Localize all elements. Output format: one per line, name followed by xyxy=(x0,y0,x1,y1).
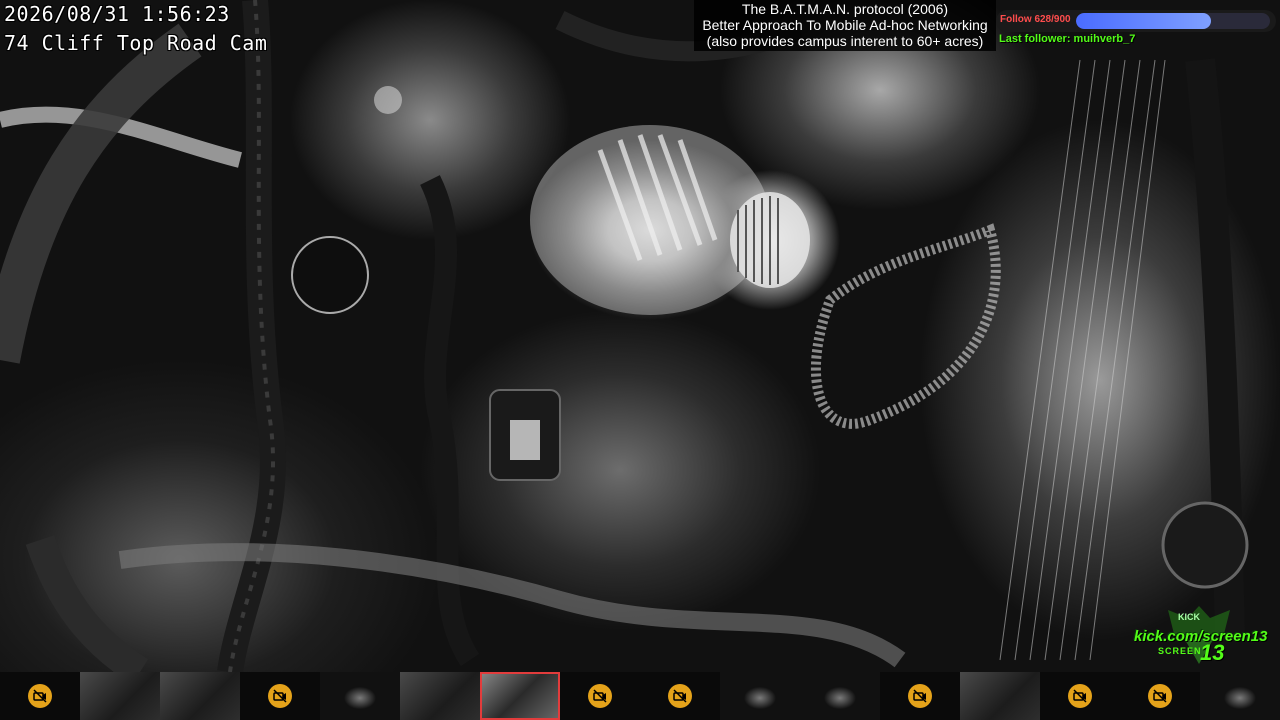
kick-small-label: KICK xyxy=(1178,612,1200,622)
camera-thumbnail[interactable] xyxy=(880,672,960,720)
kick-logo: KICK kick.com/screen13 SCREEN 13 xyxy=(1128,604,1270,672)
engine-bay-image xyxy=(0,0,1249,672)
camera-thumbnail[interactable] xyxy=(1120,672,1200,720)
camera-thumbnail[interactable] xyxy=(960,672,1040,720)
camera-off-icon xyxy=(588,684,612,708)
follow-goal-fill xyxy=(1076,13,1212,29)
camera-thumbnail[interactable] xyxy=(240,672,320,720)
camera-off-icon xyxy=(28,684,52,708)
info-line-2: Better Approach To Mobile Ad-hoc Network… xyxy=(702,17,988,33)
info-line-3: (also provides campus interent to 60+ ac… xyxy=(706,33,984,49)
camera-thumbnail[interactable] xyxy=(560,672,640,720)
info-line-1: The B.A.T.M.A.N. protocol (2006) xyxy=(741,1,949,17)
camera-thumbnail[interactable] xyxy=(720,672,800,720)
follow-goal-widget: Follow 628/900 xyxy=(996,10,1276,32)
last-follower: Last follower: muihverb_7 xyxy=(999,33,1136,45)
camera-thumbnail[interactable] xyxy=(480,672,560,720)
camera-thumbnail[interactable] xyxy=(0,672,80,720)
follow-goal-label: Follow 628/900 xyxy=(1000,14,1071,25)
camera-off-icon xyxy=(908,684,932,708)
camera-feed xyxy=(0,0,1280,672)
camera-thumbnail[interactable] xyxy=(80,672,160,720)
camera-thumbnail[interactable] xyxy=(640,672,720,720)
timestamp: 2026/08/31 1:56:23 xyxy=(4,2,230,26)
camera-thumbnail[interactable] xyxy=(160,672,240,720)
camera-strip xyxy=(0,672,1280,720)
camera-off-icon xyxy=(1068,684,1092,708)
camera-off-icon xyxy=(668,684,692,708)
info-banner: The B.A.T.M.A.N. protocol (2006) Better … xyxy=(694,0,996,51)
camera-off-icon xyxy=(1148,684,1172,708)
kick-number: 13 xyxy=(1200,640,1225,665)
camera-thumbnail[interactable] xyxy=(1200,672,1280,720)
camera-name: 74 Cliff Top Road Cam xyxy=(4,31,268,55)
camera-thumbnail[interactable] xyxy=(1040,672,1120,720)
camera-thumbnail[interactable] xyxy=(400,672,480,720)
camera-thumbnail[interactable] xyxy=(800,672,880,720)
camera-thumbnail[interactable] xyxy=(320,672,400,720)
camera-off-icon xyxy=(268,684,292,708)
kick-brand: SCREEN xyxy=(1158,646,1202,656)
follow-goal-track xyxy=(1076,13,1270,29)
